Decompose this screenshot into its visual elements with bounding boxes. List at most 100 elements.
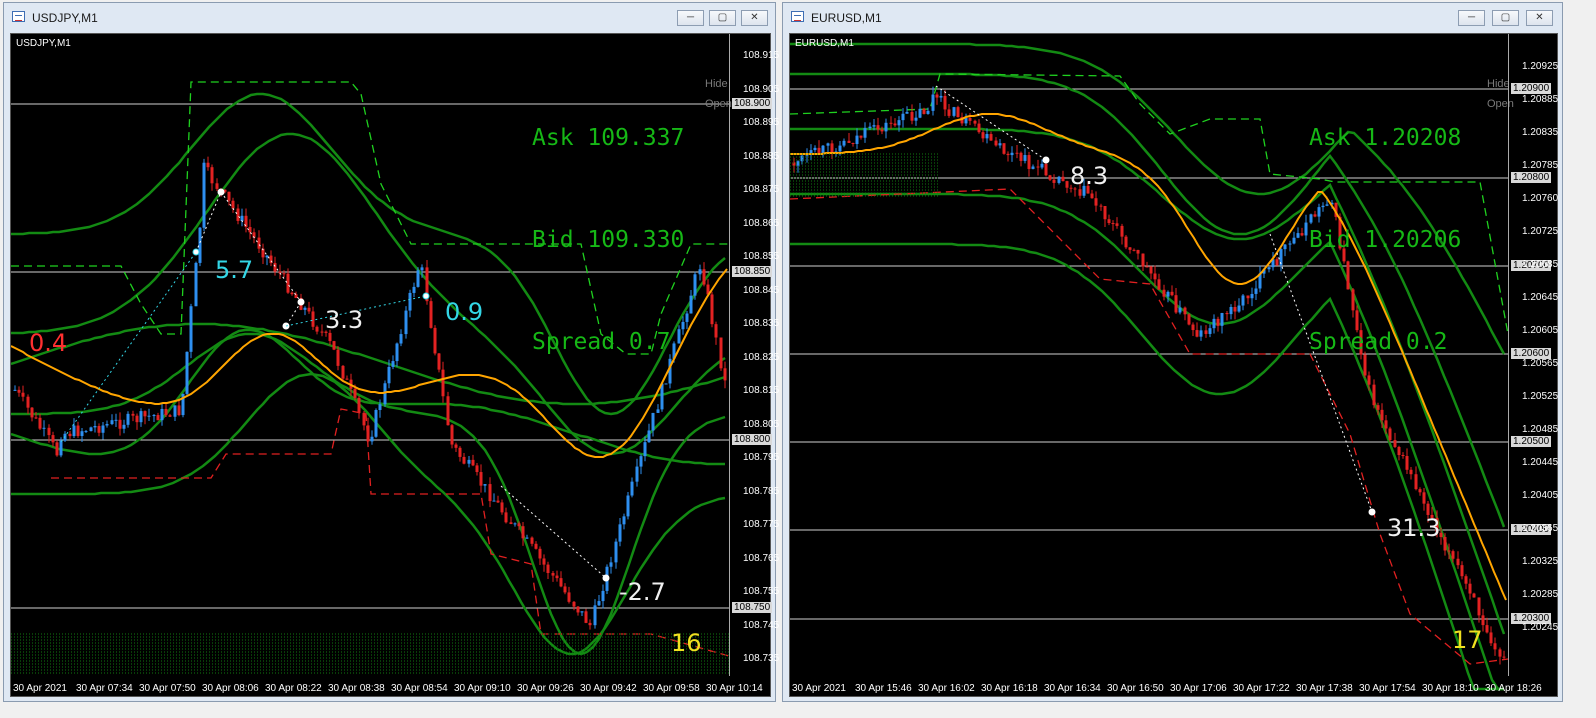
candle-body — [538, 548, 542, 559]
candle-body — [876, 125, 880, 130]
minimize-button[interactable]: ─ — [677, 10, 704, 26]
price-level-label: 108.900 — [732, 98, 773, 109]
hide-open-toggle[interactable]: Hide Open — [1487, 74, 1514, 114]
candle-body — [1027, 155, 1031, 169]
candle-body — [1010, 152, 1014, 156]
eurusd-titlebar[interactable]: EURUSD,M1 ─ ▢ ✕ — [783, 3, 1562, 33]
candle-body — [914, 117, 918, 121]
price-tick-label: 1.20245 — [1522, 622, 1559, 633]
candle-body — [1481, 615, 1485, 626]
candle-body — [198, 227, 202, 263]
candle-body — [471, 459, 475, 466]
candle-body — [336, 349, 340, 366]
candle-body — [147, 415, 151, 417]
price-tick-label: 1.20485 — [1522, 424, 1559, 435]
price-tick-label: 108.875 — [743, 184, 780, 195]
price-axis-line — [1508, 34, 1509, 676]
candle-body — [551, 573, 555, 576]
candle-body — [1288, 243, 1292, 245]
maximize-button[interactable]: ▢ — [1492, 10, 1519, 26]
price-tick-label: 108.755 — [743, 586, 780, 597]
candle-body — [1225, 313, 1229, 315]
ask-text: Ask 1.20208 — [1309, 125, 1462, 151]
candle-body — [1460, 565, 1464, 577]
candle-body — [643, 442, 647, 457]
candle-body — [89, 427, 93, 432]
candle-body — [1187, 314, 1191, 325]
candle-body — [143, 411, 147, 417]
maximize-button[interactable]: ▢ — [709, 10, 736, 26]
usdjpy-chart[interactable]: USDJPY,M1 Ask 109.337 Bid 109.330 Spread… — [10, 33, 779, 697]
candle-body — [1120, 225, 1124, 237]
candle-body — [1233, 307, 1237, 312]
price-tick-label: 108.745 — [743, 619, 780, 631]
candle-body — [855, 135, 859, 144]
open-label[interactable]: Open — [705, 94, 732, 114]
minimize-button[interactable]: ─ — [1458, 10, 1485, 26]
candle-body — [404, 310, 408, 335]
candle-body — [521, 526, 525, 539]
candle-body — [1254, 288, 1258, 294]
candle-body — [395, 343, 399, 362]
candle-body — [530, 537, 534, 544]
time-tick-label: 30 Apr 16:18 — [981, 683, 1038, 694]
candle-body — [943, 95, 947, 110]
candle-body — [622, 516, 626, 525]
candle-body — [985, 134, 989, 139]
spread-text: Spread 0.2 — [1309, 329, 1448, 355]
candle-body — [1208, 328, 1212, 334]
price-tick-label: 1.20885 — [1522, 94, 1559, 105]
ask-text: Ask 109.337 — [532, 125, 685, 151]
candle-body — [719, 337, 723, 369]
price-tick-label: 1.20685 — [1522, 259, 1559, 270]
candle-body — [1178, 307, 1182, 313]
close-button[interactable]: ✕ — [741, 10, 768, 26]
candle-body — [1418, 489, 1422, 493]
price-tick-label: 108.815 — [743, 385, 780, 396]
candle-body — [500, 502, 504, 513]
price-tick-label: 108.855 — [743, 251, 780, 262]
price-tick-label: 108.845 — [743, 284, 780, 296]
candle-body — [817, 147, 821, 154]
candle-body — [630, 481, 634, 496]
candle-body — [362, 412, 366, 426]
candle-body — [639, 456, 643, 467]
hide-open-toggle[interactable]: Hide Open — [705, 74, 732, 114]
candle-body — [408, 292, 412, 311]
candle-body — [893, 123, 897, 126]
open-label[interactable]: Open — [1487, 94, 1514, 114]
candle-body — [685, 313, 689, 322]
time-tick-label: 30 Apr 15:46 — [855, 683, 912, 694]
candle-body — [135, 415, 139, 423]
candle-body — [1472, 593, 1476, 598]
time-tick-label: 30 Apr 17:22 — [1233, 683, 1290, 694]
time-tick-label: 30 Apr 10:14 — [706, 683, 763, 694]
candle-body — [231, 200, 235, 209]
price-tick-label: 108.775 — [743, 519, 780, 530]
candle-body — [1405, 455, 1409, 470]
close-button[interactable]: ✕ — [1526, 10, 1553, 26]
candle-body — [160, 408, 164, 421]
hide-label[interactable]: Hide — [1487, 74, 1514, 94]
candle-body — [1393, 440, 1397, 447]
candle-body — [126, 413, 130, 425]
candle-body — [1199, 330, 1203, 337]
candle-body — [935, 94, 939, 98]
candle-body — [901, 113, 905, 121]
candle-body — [702, 269, 706, 285]
candle-body — [475, 465, 479, 473]
candle-body — [576, 606, 580, 613]
candle-body — [131, 413, 135, 416]
hide-label[interactable]: Hide — [705, 74, 732, 94]
eurusd-chart[interactable]: EURUSD,M1 Ask 1.20208 Bid 1.20206 Spread… — [789, 33, 1558, 697]
candle-body — [572, 601, 576, 607]
candle-body — [353, 388, 357, 398]
candle-body — [994, 140, 998, 146]
usdjpy-titlebar[interactable]: USDJPY,M1 ─ ▢ ✕ — [4, 3, 775, 33]
candle-body — [156, 415, 160, 421]
candle-body — [194, 262, 198, 307]
candle-body — [698, 269, 702, 275]
candle-body — [286, 273, 290, 293]
zigzag-annotation: 3.3 — [325, 306, 364, 334]
price-tick-label: 108.905 — [743, 83, 780, 95]
